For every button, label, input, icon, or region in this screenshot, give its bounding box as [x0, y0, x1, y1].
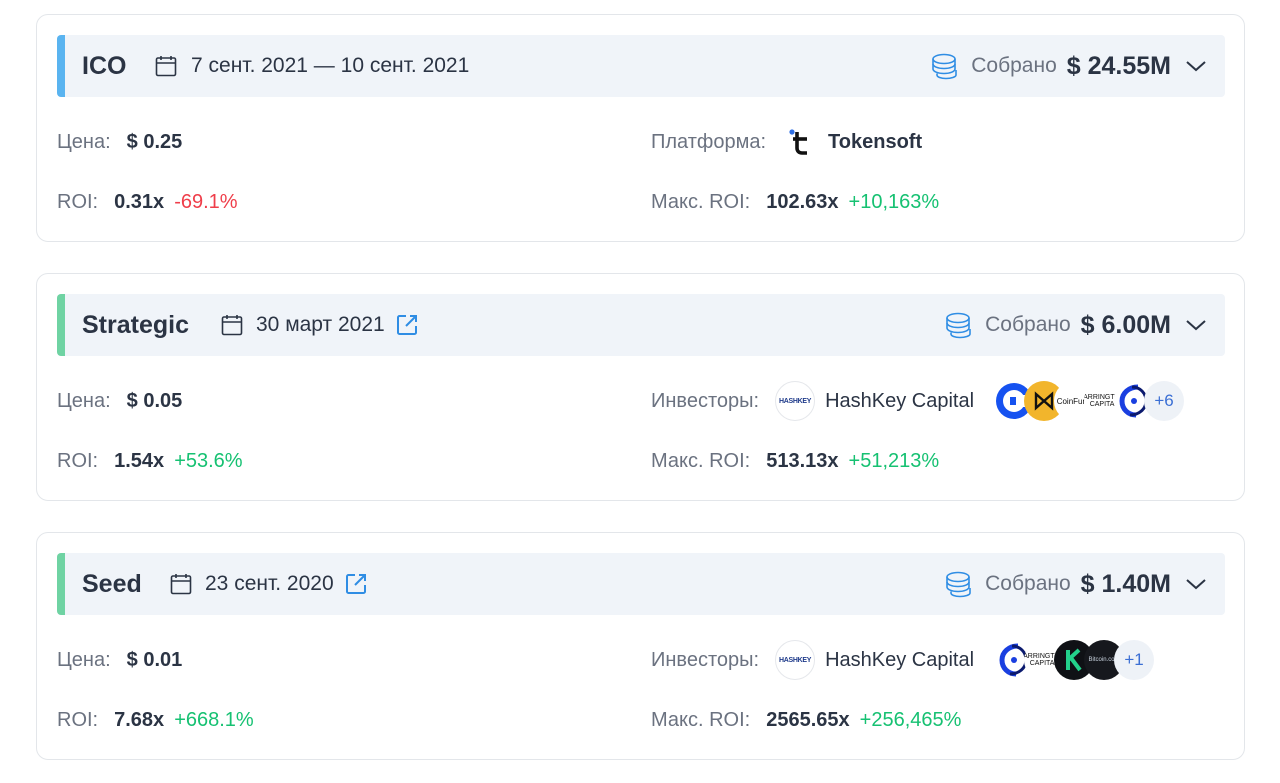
investor-avatar-stack[interactable]: CoinFund ARRINGTON CAPITAL +6 [994, 381, 1185, 421]
raised-value: $ 24.55M [1066, 51, 1171, 80]
round-name: Seed [82, 570, 142, 598]
investors-row: Инвесторы: HASHKEY HashKey Capital ARRIN… [651, 640, 1155, 680]
roi-row: ROI: 0.31x -69.1% [57, 187, 238, 217]
roi-change: +53.6% [174, 449, 243, 472]
roi-label: ROI: [57, 449, 99, 472]
raised-group[interactable]: Собрано $ 1.40M [943, 553, 1207, 615]
price-label: Цена: [57, 130, 111, 153]
hashkey-logo-icon: HASHKEY [775, 381, 816, 421]
more-investors-badge[interactable]: +1 [1114, 640, 1155, 680]
round-header-seed[interactable]: Seed 23 сент. 2020 Собрано $ 1.40M [57, 553, 1225, 615]
round-name: ICO [82, 52, 127, 80]
coins-icon [946, 571, 971, 598]
round-header-ico[interactable]: ICO 7 сент. 2021 — 10 сент. 2021 Собрано… [57, 35, 1225, 97]
max-roi-row: Макс. ROI: 513.13x +51,213% [651, 446, 939, 476]
raised-value: $ 6.00M [1080, 310, 1171, 339]
price-value: $ 0.01 [126, 648, 183, 671]
max-roi-change: +10,163% [848, 190, 940, 213]
price-label: Цена: [57, 648, 111, 671]
round-name: Strategic [82, 311, 189, 339]
raised-group[interactable]: Собрано $ 24.55M [929, 35, 1207, 97]
roi-change: -69.1% [174, 190, 238, 213]
roi-row: ROI: 7.68x +668.1% [57, 705, 254, 735]
tokensoft-logo-icon [789, 129, 808, 155]
coins-icon [946, 312, 971, 339]
max-roi-change: +51,213% [848, 449, 940, 472]
calendar-icon [155, 56, 177, 77]
raised-group[interactable]: Собрано $ 6.00M [943, 294, 1207, 356]
round-date: 23 сент. 2020 [205, 572, 334, 595]
max-roi-value: 2565.65x [766, 708, 850, 731]
max-roi-label: Макс. ROI: [651, 708, 751, 731]
raised-label: Собрано [985, 572, 1071, 595]
max-roi-row: Макс. ROI: 2565.65x +256,465% [651, 705, 961, 735]
max-roi-label: Макс. ROI: [651, 190, 751, 213]
more-investors-badge[interactable]: +6 [1144, 381, 1185, 421]
platform-row: Платформа: Tokensoft [651, 127, 922, 157]
chevron-down-icon[interactable] [1185, 318, 1207, 332]
investors-row: Инвесторы: HASHKEY HashKey Capital CoinF… [651, 381, 1185, 421]
round-accent-strip [57, 35, 65, 97]
calendar-icon [170, 574, 192, 595]
round-header-strategic[interactable]: Strategic 30 март 2021 Собрано $ 6.00M [57, 294, 1225, 356]
hashkey-logo-icon: HASHKEY [775, 640, 816, 680]
calendar-icon [221, 315, 243, 336]
price-value: $ 0.05 [126, 389, 183, 412]
price-row: Цена: $ 0.25 [57, 127, 192, 157]
round-date: 7 сент. 2021 — 10 сент. 2021 [191, 54, 470, 77]
roi-label: ROI: [57, 190, 99, 213]
roi-value: 1.54x [114, 449, 165, 472]
lead-investor-name[interactable]: HashKey Capital [825, 649, 974, 672]
price-label: Цена: [57, 389, 111, 412]
max-roi-label: Макс. ROI: [651, 449, 751, 472]
chevron-down-icon[interactable] [1185, 577, 1207, 591]
round-accent-strip [57, 553, 65, 615]
platform-name[interactable]: Tokensoft [828, 131, 922, 154]
external-link-icon[interactable] [344, 572, 368, 596]
raised-value: $ 1.40M [1080, 569, 1171, 598]
roi-label: ROI: [57, 708, 99, 731]
max-roi-value: 513.13x [766, 449, 839, 472]
round-card-ico: ICO 7 сент. 2021 — 10 сент. 2021 Собрано… [36, 14, 1245, 242]
raised-label: Собрано [985, 313, 1071, 336]
investors-label: Инвесторы: [651, 389, 760, 412]
max-roi-row: Макс. ROI: 102.63x +10,163% [651, 187, 939, 217]
round-accent-strip [57, 294, 65, 356]
roi-change: +668.1% [174, 708, 254, 731]
roi-value: 7.68x [114, 708, 165, 731]
roi-row: ROI: 1.54x +53.6% [57, 446, 243, 476]
round-card-seed: Seed 23 сент. 2020 Собрано $ 1.40M Цена:… [36, 532, 1245, 760]
round-card-strategic: Strategic 30 март 2021 Собрано $ 6.00M Ц… [36, 273, 1245, 501]
external-link-icon[interactable] [395, 313, 419, 337]
lead-investor-name[interactable]: HashKey Capital [825, 390, 974, 413]
price-row: Цена: $ 0.01 [57, 645, 192, 675]
platform-label: Платформа: [651, 130, 767, 153]
max-roi-change: +256,465% [859, 708, 962, 731]
chevron-down-icon[interactable] [1185, 59, 1207, 73]
round-date: 30 март 2021 [256, 313, 385, 336]
max-roi-value: 102.63x [766, 190, 839, 213]
price-value: $ 0.25 [126, 130, 183, 153]
roi-value: 0.31x [114, 190, 165, 213]
investors-label: Инвесторы: [651, 648, 760, 671]
coins-icon [932, 53, 958, 80]
investor-avatar-stack[interactable]: ARRINGTON CAPITAL Bitcoin.com +1 [994, 640, 1155, 680]
price-row: Цена: $ 0.05 [57, 386, 192, 416]
raised-label: Собрано [971, 54, 1057, 77]
